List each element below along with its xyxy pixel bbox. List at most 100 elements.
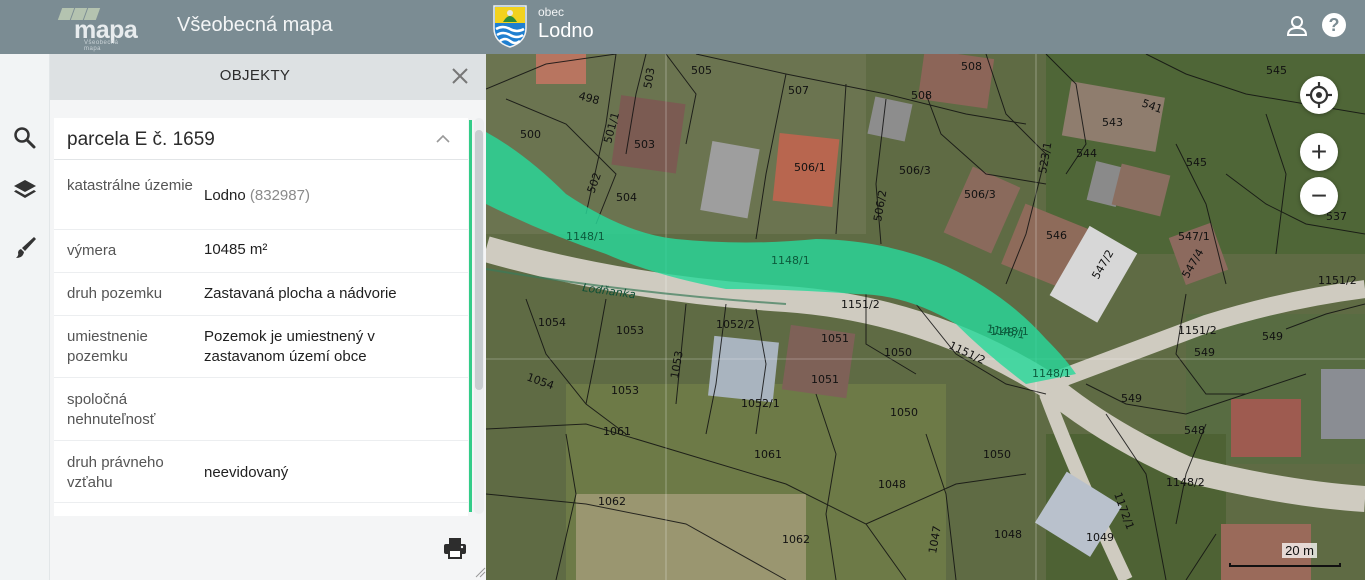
parcel-label: 1148/1 [990,325,1029,338]
cadastral-code: (832987) [249,187,310,204]
parcel-label: 1053 [611,384,639,397]
zoom-in-button[interactable]: + [1300,133,1338,171]
zoom-out-button[interactable]: − [1300,177,1338,215]
panel-scrollbar[interactable] [474,118,484,514]
parcel-label: 1052/1 [741,397,780,410]
search-icon[interactable] [11,124,39,152]
parcel-label: 1052/2 [716,318,755,331]
parcel-label: 1148/1 [1032,367,1071,380]
crosshair-icon [1306,82,1332,108]
parcel-label: 1148/2 [1166,476,1205,489]
scale-bar: 20 m [1229,541,1343,569]
parcel-label: 547/1 [1178,230,1210,243]
aerial-map[interactable]: 505 503 508 545 541 498 507 543 500 503 … [486,54,1365,580]
parcel-label: 507 [788,84,809,97]
parcel-label: 1062 [598,495,626,508]
parcel-label: 503 [634,138,655,151]
selection-indicator [469,120,472,512]
help-icon[interactable]: ? [1322,13,1346,37]
property-value: neevidovaný [204,464,289,481]
parcel-label: 549 [1121,392,1142,405]
parcel-label: 506/1 [794,161,826,174]
parcel-label: 1050 [884,346,912,359]
parcel-label: 543 [1102,116,1123,129]
property-value-text: Lodno [204,187,246,204]
logo-subtext: Všeobecná mapa [84,40,119,52]
property-key: druh pozemku [67,285,163,302]
parcel-label: 548 [1184,424,1205,437]
tool-rail [0,54,50,580]
portal-logo[interactable]: mapa Všeobecná mapa [57,6,138,52]
parcel-label: 506/3 [899,164,931,177]
property-key: spoločná nehnuteľnosť [67,391,156,428]
municipality-name[interactable]: Lodno [538,20,594,43]
parcel-label: 1148/1 [566,230,605,243]
property-value: Zastavaná plocha a nádvorie [204,285,397,302]
parcel-label: 505 [691,64,712,77]
parcel-label: 1148/1 [771,254,810,267]
property-row: druh právneho vzťahu neevidovaný [54,441,468,503]
app-root: mapa Všeobecná mapa Všeobecná mapa obec … [0,0,1365,580]
top-bar: mapa Všeobecná mapa Všeobecná mapa obec … [0,0,1365,54]
chevron-up-icon[interactable] [434,132,452,146]
parcel-label: 544 [1076,147,1097,160]
property-row: spoločná nehnuteľnosť [54,378,468,441]
parcel-label: 545 [1186,156,1207,169]
property-key: katastrálne územie [67,177,193,194]
property-value: 10485 m² [204,241,268,258]
parcel-label: 1061 [754,448,782,461]
parcel-label: 1151/2 [841,298,880,311]
parcel-label: 549 [1194,346,1215,359]
parcel-label: 506/3 [964,188,996,201]
parcel-label: 1048 [878,478,906,491]
parcel-label: 549 [1262,330,1283,343]
parcel-label: 1050 [890,406,918,419]
property-key: výmera [67,242,117,259]
plus-icon: + [1310,136,1328,167]
parcel-label: 1050 [983,448,1011,461]
parcel-label: 1051 [811,373,839,386]
panel-header: OBJEKTY [50,54,486,100]
parcel-label: 508 [961,60,982,73]
parcel-label: 508 [911,89,932,102]
app-title: Všeobecná mapa [177,14,333,36]
parcel-label: 1053 [616,324,644,337]
property-row: druh pozemku Zastavaná plocha a nádvorie [54,273,468,316]
scrollbar-thumb[interactable] [475,130,483,390]
close-icon[interactable] [450,66,470,86]
parcel-label: 1048 [994,528,1022,541]
property-row: katastrálne územie Lodno (832987) [54,160,468,230]
parcel-card: parcela E č. 1659 katastrálne územie Lod… [54,118,468,516]
parcel-label: 545 [1266,64,1287,77]
parcel-label: 500 [520,128,541,141]
layers-icon[interactable] [11,176,39,204]
parcel-label: 1151/2 [1318,274,1357,287]
parcel-label: 504 [616,191,637,204]
property-value: Pozemok je umiestnený v zastavanom území… [204,328,375,365]
parcel-label: 1061 [603,425,631,438]
parcel-label: 1054 [538,316,566,329]
brush-icon[interactable] [11,234,39,262]
minus-icon: − [1310,180,1328,211]
parcel-label: 1062 [782,533,810,546]
property-row: umiestnenie pozemku Pozemok je umiestnen… [54,316,468,378]
map-view[interactable]: 505 503 508 545 541 498 507 543 500 503 … [486,54,1365,580]
property-row: výmera 10485 m² [54,230,468,273]
panel-title: OBJEKTY [219,67,291,84]
property-key: umiestnenie pozemku [67,328,148,365]
parcel-title[interactable]: parcela E č. 1659 [67,129,215,151]
parcel-label: 1049 [1086,531,1114,544]
municipality-prefix: obec [538,5,565,19]
objects-panel: OBJEKTY parcela E č. 1659 katastrálne úz… [50,54,486,580]
scale-label: 20 m [1282,543,1317,558]
print-icon[interactable] [442,536,468,560]
parcel-label: 546 [1046,229,1067,242]
parcel-label: 1051 [821,332,849,345]
coat-of-arms-icon [493,5,527,48]
scale-line [1229,563,1341,567]
user-icon[interactable] [1284,13,1310,39]
locate-button[interactable] [1300,76,1338,114]
property-value: Lodno (832987) [204,186,454,206]
parcel-label: 1151/2 [1178,324,1217,337]
resize-grip-icon[interactable] [474,566,486,578]
